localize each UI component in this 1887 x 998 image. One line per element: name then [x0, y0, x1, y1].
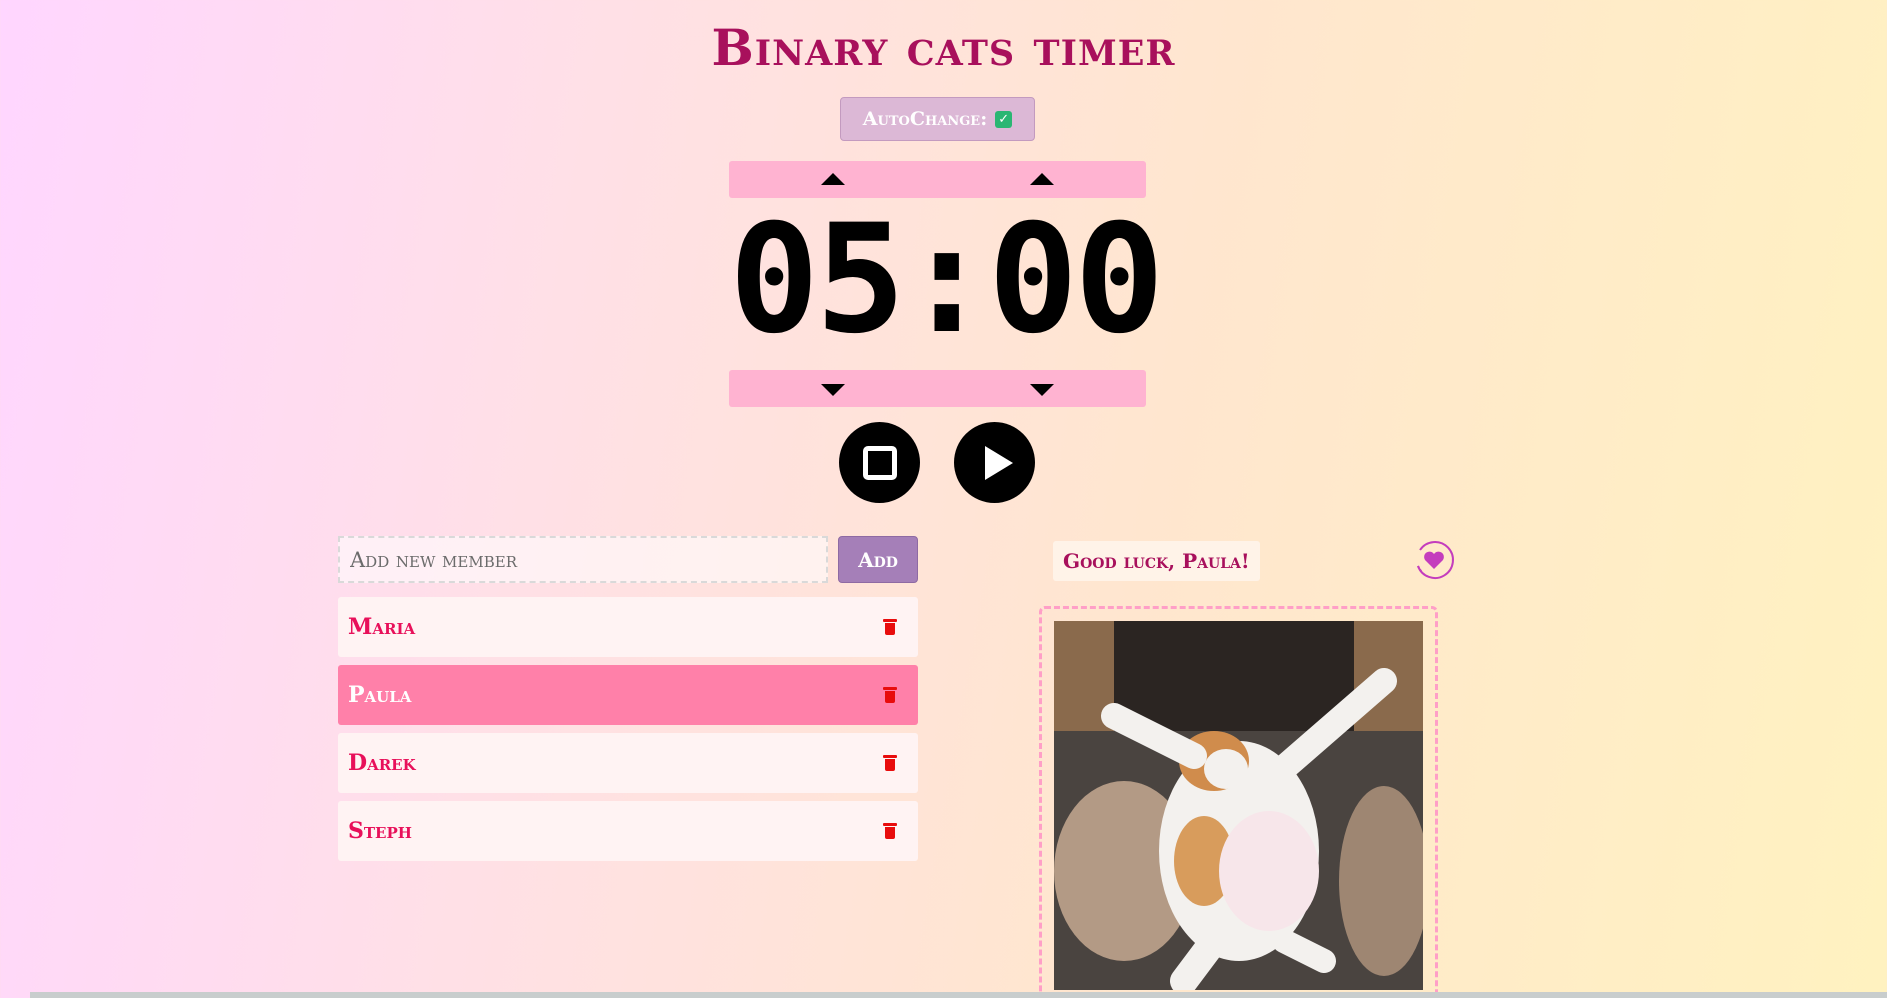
seconds-down-arrow-icon[interactable]	[1030, 384, 1054, 396]
greeting-message: Good luck, Paula!	[1053, 541, 1260, 581]
play-icon	[984, 445, 1013, 480]
decrement-bar	[729, 370, 1146, 407]
minutes-down-arrow-icon[interactable]	[821, 384, 845, 396]
trash-icon[interactable]	[883, 687, 897, 703]
member-name: Darek	[348, 750, 416, 776]
trash-icon[interactable]	[883, 619, 897, 635]
member-row[interactable]: Maria	[338, 597, 918, 657]
timer-display: 05:00	[729, 193, 1165, 367]
app-title: Binary cats timer	[711, 18, 1176, 77]
add-member-button[interactable]: Add	[838, 536, 918, 583]
stop-button[interactable]	[839, 422, 920, 503]
play-button[interactable]	[954, 422, 1035, 503]
seconds-up-arrow-icon[interactable]	[1030, 173, 1054, 185]
new-member-input[interactable]	[338, 536, 828, 583]
minutes-up-arrow-icon[interactable]	[821, 173, 845, 185]
member-row[interactable]: Steph	[338, 801, 918, 861]
cat-image-frame	[1039, 606, 1438, 998]
cat-photo	[1054, 621, 1423, 990]
member-list: Maria Paula Darek Steph	[338, 597, 918, 869]
autochange-label: AutoChange:	[862, 108, 988, 130]
heart-refresh-icon[interactable]	[1412, 538, 1456, 582]
horizontal-scrollbar[interactable]	[30, 992, 1887, 998]
member-row[interactable]: Darek	[338, 733, 918, 793]
autochange-toggle[interactable]: AutoChange: ✓	[840, 97, 1035, 141]
trash-icon[interactable]	[883, 755, 897, 771]
trash-icon[interactable]	[883, 823, 897, 839]
member-name: Maria	[348, 614, 416, 640]
member-row-active[interactable]: Paula	[338, 665, 918, 725]
autochange-checkbox[interactable]: ✓	[995, 110, 1013, 128]
member-name: Steph	[348, 818, 412, 844]
member-name: Paula	[348, 682, 412, 708]
stop-icon	[862, 445, 897, 480]
